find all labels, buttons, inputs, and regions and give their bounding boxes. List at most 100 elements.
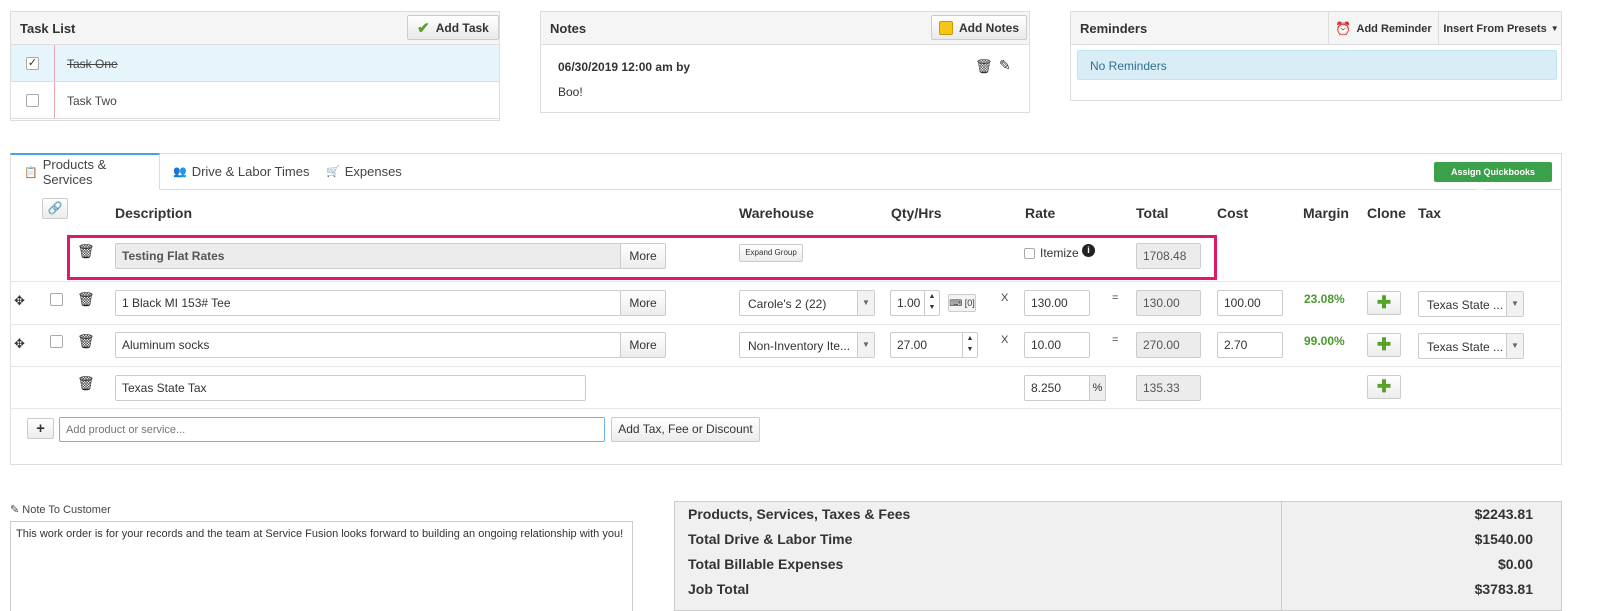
add-item-button[interactable]: + xyxy=(27,418,54,439)
pencil-icon[interactable]: ✎ xyxy=(999,57,1011,74)
margin-value: 99.00% xyxy=(1304,334,1345,348)
row-checkbox[interactable] xyxy=(50,293,63,306)
trash-icon[interactable]: 🗑 xyxy=(975,58,993,75)
warehouse-select[interactable]: Carole's 2 (22) ▼ xyxy=(739,290,875,316)
no-reminders-text: No Reminders xyxy=(1090,59,1167,73)
divider xyxy=(54,45,55,81)
summary-label: Total Drive & Labor Time xyxy=(688,531,853,547)
row-checkbox[interactable] xyxy=(50,335,63,348)
tax-description-field[interactable]: Texas State Tax xyxy=(115,375,586,401)
caret-down-icon: ▼ xyxy=(1506,334,1523,358)
sticky-note-icon xyxy=(939,20,953,35)
notes-title: Notes xyxy=(550,21,587,36)
task-checkbox[interactable] xyxy=(26,94,39,107)
tab-drive-labor[interactable]: 👥 Drive & Labor Times xyxy=(173,153,309,190)
task-label: Task Two xyxy=(67,94,117,108)
summary-label: Job Total xyxy=(688,581,750,597)
plus-icon: ✚ xyxy=(1376,377,1392,396)
reminders-panel: Reminders ⏰ Add Reminder Insert From Pre… xyxy=(1070,11,1562,101)
add-reminder-button[interactable]: ⏰ Add Reminder xyxy=(1328,12,1438,45)
caret-down-icon: ▼ xyxy=(1550,24,1559,33)
column-header-qty: Qty/Hrs xyxy=(891,205,942,221)
task-checkbox[interactable]: ✓ xyxy=(26,57,39,70)
highlight-box xyxy=(67,235,1217,280)
insert-presets-dropdown[interactable]: Insert From Presets ▼ xyxy=(1438,12,1563,45)
tax-select[interactable]: Texas State ... ▼ xyxy=(1418,333,1524,359)
cost-field[interactable]: 2.70 xyxy=(1217,332,1283,358)
tax-rate-field[interactable]: 8.250 xyxy=(1024,375,1090,401)
column-header-cost: Cost xyxy=(1217,205,1249,221)
clone-button[interactable]: ✚ xyxy=(1367,375,1401,399)
link-toggle-button[interactable]: 🔗 xyxy=(42,198,68,219)
note-to-customer-textarea[interactable]: This work order is for your records and … xyxy=(10,521,633,611)
summary-value: $3783.81 xyxy=(1474,581,1533,597)
cost-field[interactable]: 100.00 xyxy=(1217,290,1283,316)
drag-handle-icon[interactable]: ✥ xyxy=(14,336,25,352)
clone-button[interactable]: ✚ xyxy=(1367,291,1401,315)
caret-down-icon: ▼ xyxy=(1506,292,1523,316)
keyboard-icon[interactable]: ⌨ [0] xyxy=(948,294,976,312)
item-description-field[interactable]: 1 Black MI 153# Tee xyxy=(115,290,621,316)
summary-row: Products, Services, Taxes & Fees $2243.8… xyxy=(675,502,1561,527)
row-divider xyxy=(10,408,1562,409)
row-divider xyxy=(10,366,1562,367)
add-product-input[interactable] xyxy=(59,417,605,442)
delete-row-icon[interactable]: 🗑 xyxy=(77,291,95,308)
totals-summary: Products, Services, Taxes & Fees $2243.8… xyxy=(674,501,1562,611)
users-icon: 👥 xyxy=(173,166,187,178)
summary-row: Total Billable Expenses $0.00 xyxy=(675,552,1561,577)
add-task-label: Add Task xyxy=(435,20,489,35)
clone-button[interactable]: ✚ xyxy=(1367,333,1401,357)
warehouse-value: Non-Inventory Ite... xyxy=(748,339,851,353)
insert-presets-label: Insert From Presets xyxy=(1443,22,1547,35)
pencil-icon: ✎ xyxy=(10,504,20,516)
link-icon: 🔗 xyxy=(47,201,63,215)
caret-down-icon: ▼ xyxy=(857,333,874,357)
qty-spinner[interactable]: ▲ ▼ xyxy=(924,291,939,315)
delete-row-icon[interactable]: 🗑 xyxy=(77,333,95,350)
add-task-button[interactable]: ✔ Add Task xyxy=(407,15,499,40)
rate-field[interactable]: 10.00 xyxy=(1024,332,1090,358)
column-header-total: Total xyxy=(1136,205,1169,221)
add-tax-fee-discount-button[interactable]: Add Tax, Fee or Discount xyxy=(611,417,760,442)
column-header-margin: Margin xyxy=(1303,205,1349,221)
tab-products-services[interactable]: 📋 Products & Services xyxy=(10,153,160,190)
assign-quickbooks-button[interactable]: Assign Quickbooks Classes xyxy=(1434,162,1552,197)
divider xyxy=(54,82,55,118)
alarm-clock-icon: ⏰ xyxy=(1335,20,1352,36)
equals-sign: = xyxy=(1112,334,1119,346)
tab-label: Expenses xyxy=(344,164,402,179)
total-field: 130.00 xyxy=(1136,290,1201,316)
tab-expenses[interactable]: 🛒 Expenses xyxy=(326,153,402,190)
warehouse-select[interactable]: Non-Inventory Ite... ▼ xyxy=(739,332,875,358)
column-header-tax: Tax xyxy=(1418,205,1442,221)
drag-handle-icon[interactable]: ✥ xyxy=(14,293,25,309)
more-button[interactable]: More xyxy=(620,290,666,316)
task-row[interactable]: ✓ Task One xyxy=(11,45,499,82)
tabs-bar: 📋 Products & Services 👥 Drive & Labor Ti… xyxy=(10,153,1562,190)
keyboard-icon-glyph: ⌨ xyxy=(949,298,963,308)
warehouse-value: Carole's 2 (22) xyxy=(748,297,827,311)
add-notes-button[interactable]: Add Notes xyxy=(931,15,1027,40)
qty-value: 1.00 xyxy=(897,296,921,310)
delete-row-icon[interactable]: 🗑 xyxy=(77,375,95,392)
tab-label: Products & Services xyxy=(42,157,107,187)
note-entry-header: 06/30/2019 12:00 am by xyxy=(558,60,691,74)
notes-panel: Notes Add Notes 06/30/2019 12:00 am by B… xyxy=(540,11,1030,113)
add-notes-label: Add Notes xyxy=(959,20,1019,35)
multiply-sign: X xyxy=(1001,334,1009,346)
keyboard-count: [0] xyxy=(964,298,975,308)
summary-label: Total Billable Expenses xyxy=(688,556,844,572)
item-description-field[interactable]: Aluminum socks xyxy=(115,332,621,358)
tax-select[interactable]: Texas State ... ▼ xyxy=(1418,291,1524,317)
tax-value: Texas State ... xyxy=(1427,340,1504,354)
summary-row: Job Total $3783.81 xyxy=(675,577,1561,602)
qty-spinner[interactable]: ▲ ▼ xyxy=(962,333,977,357)
note-to-customer-label: ✎ Note To Customer xyxy=(10,503,111,516)
task-row[interactable]: Task Two xyxy=(11,82,499,119)
more-button[interactable]: More xyxy=(620,332,666,358)
row-divider xyxy=(10,324,1562,325)
equals-sign: = xyxy=(1112,292,1119,304)
summary-value: $1540.00 xyxy=(1474,531,1533,547)
rate-field[interactable]: 130.00 xyxy=(1024,290,1090,316)
